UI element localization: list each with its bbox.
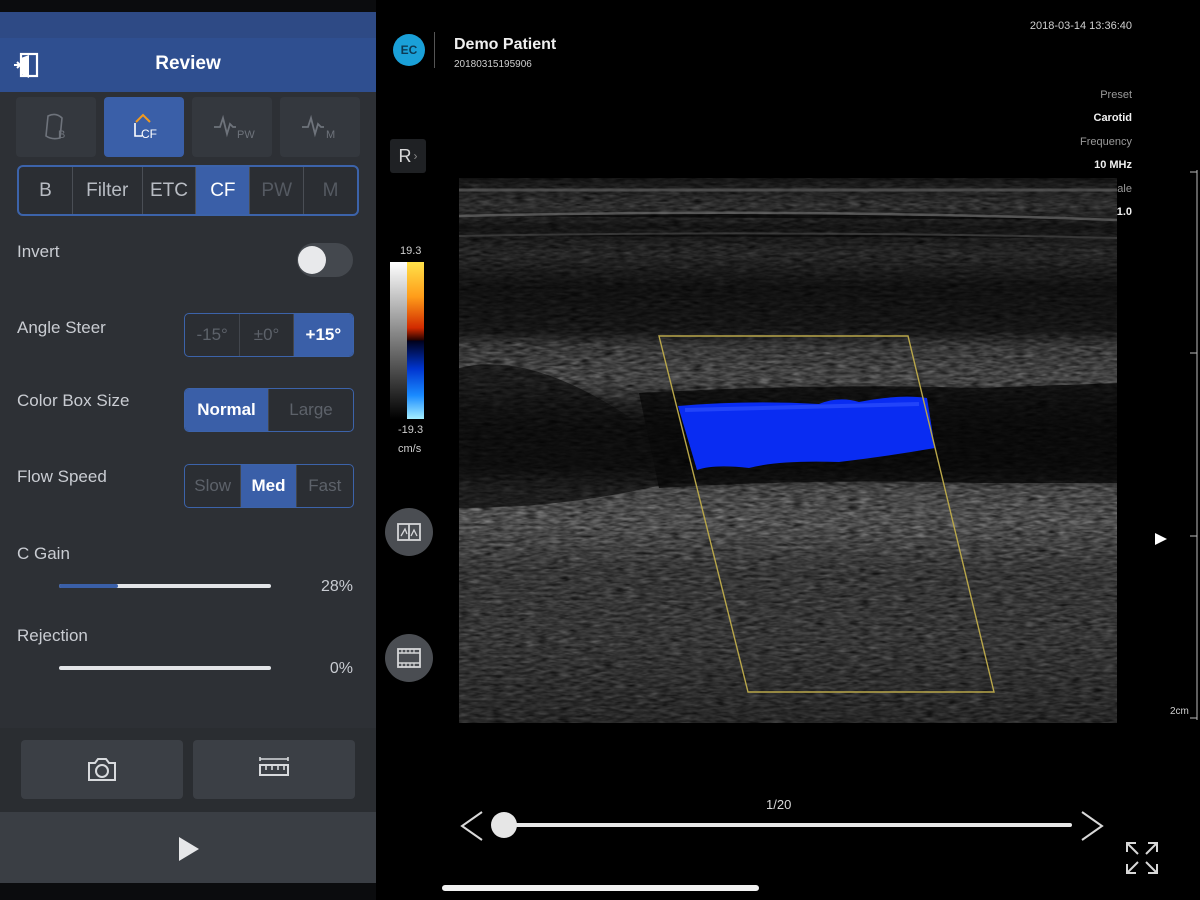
frame-counter: 1/20 (766, 797, 792, 812)
tab-cf-mode[interactable]: CF (104, 97, 184, 157)
speed-fast[interactable]: Fast (297, 465, 353, 507)
logo-divider (434, 32, 435, 68)
angle-steer-label: Angle Steer (17, 318, 106, 337)
svg-text:CF: CF (141, 127, 157, 141)
next-frame-icon[interactable] (1078, 810, 1106, 842)
depth-scale-label: 2cm (1170, 706, 1189, 717)
c-gain-fill (59, 584, 119, 588)
color-box-size-label: Color Box Size (17, 391, 130, 410)
cine-slider[interactable] (505, 823, 1072, 827)
angle-plus15[interactable]: +15° (293, 314, 353, 356)
preset-label: Preset (1100, 89, 1132, 101)
ruler-icon (259, 757, 289, 776)
color-box-size-selector: Normal Large (184, 388, 354, 432)
tab-pw-mode[interactable]: PW (192, 97, 272, 157)
film-icon (397, 648, 421, 668)
frequency-label: Frequency (1080, 136, 1132, 148)
color-scale-min: -19.3 (398, 424, 424, 436)
grayscale-bar (390, 262, 407, 419)
ultrasound-texture (459, 178, 1117, 723)
subtab-etc[interactable]: ETC (143, 167, 197, 214)
color-scale-bar (390, 262, 424, 419)
frequency-value: 10 MHz (1094, 159, 1132, 171)
speed-med[interactable]: Med (241, 465, 297, 507)
previous-frame-icon[interactable] (458, 810, 486, 842)
angle-zero[interactable]: ±0° (240, 314, 294, 356)
chevron-right-icon: › (413, 149, 418, 163)
velocity-color-bar (407, 262, 424, 419)
ultrasound-image[interactable] (459, 178, 1117, 723)
patient-id: 20180315195906 (454, 59, 532, 70)
compare-button[interactable] (385, 508, 433, 556)
pw-mode-icon: PW (214, 114, 255, 141)
invert-label: Invert (17, 242, 60, 261)
b-mode-icon: B (45, 113, 65, 141)
mode-tabs: B CF PW M (16, 97, 360, 159)
color-scale-unit: cm/s (398, 443, 422, 455)
subtab-filter[interactable]: Filter (73, 167, 143, 214)
panel-bottom-strip (0, 883, 376, 900)
angle-steer-selector: -15° ±0° +15° (184, 313, 354, 357)
invert-toggle[interactable] (297, 243, 353, 277)
angle-minus15[interactable]: -15° (185, 314, 241, 356)
cine-slider-thumb[interactable] (491, 812, 517, 838)
depth-scale (1190, 170, 1198, 720)
split-view-icon (397, 523, 421, 541)
settings-panel: Review B CF PW M B Filter ETC CF PW M In… (0, 0, 376, 900)
preset-value: Carotid (1093, 112, 1133, 124)
exam-datetime: 2018-03-14 13:36:40 (1029, 20, 1132, 32)
rejection-label: Rejection (17, 626, 88, 645)
status-strip (0, 0, 376, 12)
measure-button[interactable] (193, 740, 355, 799)
sub-mode-tabs: B Filter ETC CF PW M (17, 165, 359, 216)
rejection-slider[interactable] (59, 666, 271, 670)
app-logo: EC (393, 34, 425, 66)
subtab-cf[interactable]: CF (196, 167, 251, 214)
panel-header: Review (0, 12, 376, 92)
orientation-label: R (398, 145, 412, 166)
flow-speed-label: Flow Speed (17, 467, 107, 486)
play-icon (179, 837, 199, 861)
speed-slow[interactable]: Slow (185, 465, 242, 507)
box-normal[interactable]: Normal (185, 389, 269, 431)
c-gain-label: C Gain (17, 544, 70, 563)
flow-speed-selector: Slow Med Fast (184, 464, 354, 508)
focus-marker-icon[interactable] (1154, 532, 1168, 546)
subtab-b[interactable]: B (19, 167, 73, 214)
cine-clip-button[interactable] (385, 634, 433, 682)
page-title: Review (155, 53, 221, 74)
box-large[interactable]: Large (269, 389, 353, 431)
patient-name: Demo Patient (454, 36, 557, 53)
cf-mode-icon: CF (134, 113, 157, 141)
toggle-knob (298, 246, 326, 274)
color-scale-max: 19.3 (400, 245, 422, 257)
fullscreen-icon[interactable] (1124, 840, 1160, 876)
c-gain-slider[interactable] (59, 584, 271, 588)
tab-m-mode[interactable]: M (280, 97, 360, 157)
subtab-m[interactable]: M (304, 167, 357, 214)
m-mode-icon: M (302, 114, 335, 141)
home-indicator[interactable] (442, 885, 759, 891)
orientation-button[interactable]: R › (390, 139, 426, 173)
play-button[interactable] (0, 812, 376, 883)
svg-text:M: M (326, 129, 335, 141)
camera-icon (88, 758, 116, 781)
subtab-pw[interactable]: PW (250, 167, 305, 214)
svg-text:PW: PW (237, 129, 255, 141)
rejection-value: 0% (329, 660, 353, 677)
svg-text:B: B (58, 129, 65, 141)
capture-button[interactable] (21, 740, 183, 799)
c-gain-value: 28% (320, 578, 353, 595)
tab-b-mode[interactable]: B (16, 97, 96, 157)
